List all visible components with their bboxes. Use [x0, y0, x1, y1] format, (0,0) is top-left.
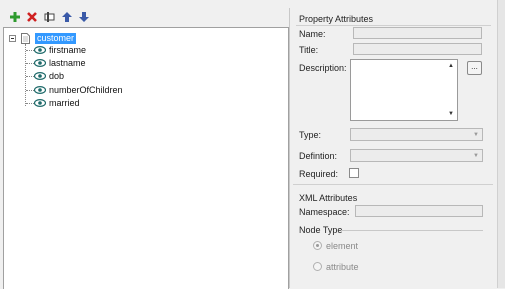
property-attributes-title: Property Attributes [299, 14, 374, 24]
property-eye-icon [34, 72, 46, 80]
tree-node-numberofchildren[interactable]: numberOfChildren [49, 85, 123, 96]
splitter[interactable] [289, 8, 290, 288]
element-radio-label: element [326, 241, 359, 251]
add-icon[interactable] [9, 11, 21, 23]
node-type-label: Node Type [299, 225, 343, 235]
description-label: Description: [299, 63, 347, 73]
element-radio[interactable] [313, 241, 322, 250]
move-up-icon[interactable] [61, 11, 73, 23]
xml-attributes-title: XML Attributes [299, 193, 358, 203]
type-select[interactable]: ▼ [350, 128, 483, 141]
delete-icon[interactable] [26, 11, 38, 23]
required-checkbox[interactable] [349, 168, 359, 178]
tree-node-lastname[interactable]: lastname [49, 58, 86, 69]
attribute-radio[interactable] [313, 262, 322, 271]
chevron-down-icon: ▼ [473, 153, 479, 159]
type-label: Type: [299, 130, 322, 140]
right-edge-panel [497, 0, 505, 288]
name-label: Name: [299, 29, 326, 39]
tree-node-dob[interactable]: dob [49, 71, 64, 82]
scroll-down-arrow-icon[interactable]: ▼ [446, 110, 456, 119]
definition-label: Defintion: [299, 151, 338, 161]
tree-panel[interactable]: customer firstname lastname dob numberOf… [3, 27, 289, 289]
description-browse-button[interactable]: ... [467, 61, 482, 75]
name-field[interactable] [353, 27, 482, 39]
collapse-toggle[interactable] [9, 35, 16, 42]
toolbar [0, 0, 290, 28]
title-label: Title: [299, 45, 319, 55]
tree-node-customer[interactable]: customer [35, 33, 77, 44]
scroll-up-arrow-icon[interactable]: ▲ [446, 62, 456, 71]
chevron-down-icon: ▼ [473, 132, 479, 138]
move-down-icon[interactable] [78, 11, 90, 23]
property-eye-icon [34, 59, 46, 67]
rename-icon[interactable] [44, 11, 56, 23]
document-icon [21, 33, 30, 44]
definition-select[interactable]: ▼ [350, 149, 483, 162]
attribute-radio-label: attribute [326, 262, 359, 272]
title-field[interactable] [353, 43, 482, 55]
namespace-label: Namespace: [299, 207, 350, 217]
description-textarea[interactable]: ▲ ▼ [350, 59, 458, 121]
property-eye-icon [34, 99, 46, 107]
tree-node-married[interactable]: married [49, 98, 80, 109]
tree-connector [25, 44, 26, 106]
namespace-field[interactable] [355, 205, 483, 217]
property-eye-icon [34, 86, 46, 94]
tree-node-firstname[interactable]: firstname [49, 45, 86, 56]
property-eye-icon [34, 46, 46, 54]
required-label: Required: [299, 169, 339, 179]
